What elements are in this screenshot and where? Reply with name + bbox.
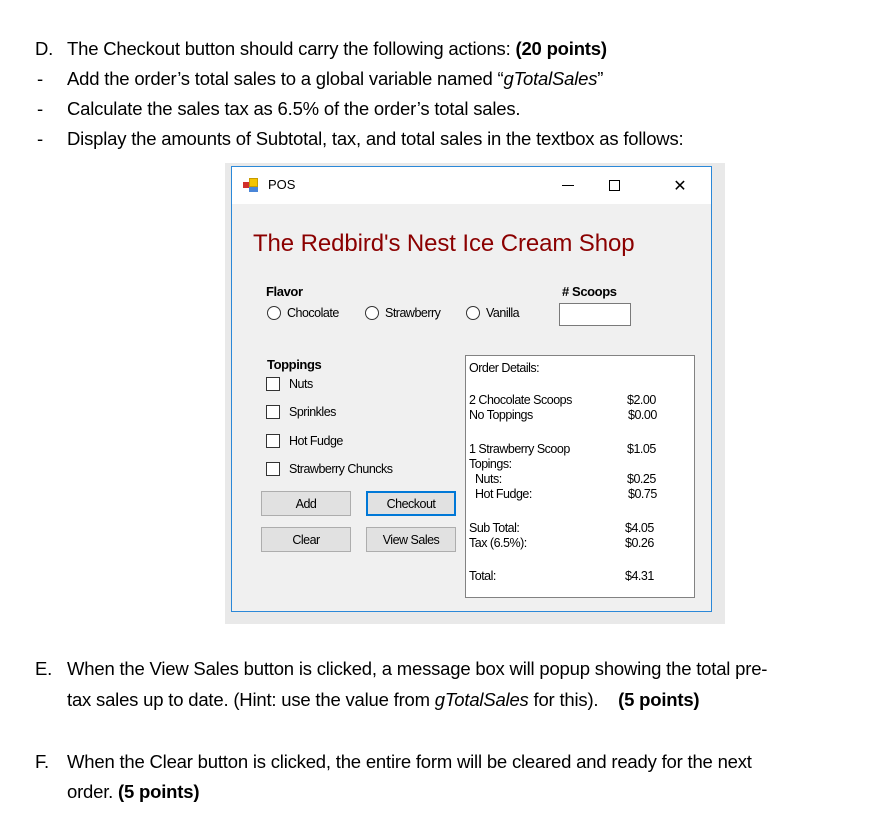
tax-label: Tax (6.5%): (469, 536, 527, 550)
add-button[interactable]: Add (261, 491, 351, 516)
section-e-text: tax sales up to date. (Hint: use the val… (67, 689, 435, 710)
section-d-text: The Checkout button should carry the fol… (67, 38, 516, 59)
section-e-text-end: for this). (528, 689, 619, 710)
section-f-marker: F. (35, 751, 49, 772)
checkbox-nuts[interactable]: Nuts (266, 377, 313, 391)
bullet-marker: - (37, 128, 43, 149)
checkbox-hot-fudge[interactable]: Hot Fudge (266, 434, 343, 448)
radio-circle[interactable] (365, 306, 379, 320)
radio-circle[interactable] (267, 306, 281, 320)
flavor-label: Flavor (266, 284, 303, 299)
section-d-heading: D. The Checkout button should carry the … (35, 38, 835, 62)
radio-chocolate[interactable]: Chocolate (267, 306, 339, 320)
section-f-text: When the Clear button is clicked, the en… (67, 751, 752, 772)
section-f-line-1: F. When the Clear button is clicked, the… (35, 751, 885, 775)
maximize-button[interactable] (591, 167, 637, 203)
order-line-value: $0.00 (628, 408, 657, 422)
window-title: POS (268, 177, 296, 192)
radio-label: Chocolate (287, 306, 339, 320)
shop-title: The Redbird's Nest Ice Cream Shop (253, 230, 635, 257)
app-icon (243, 178, 259, 192)
checkout-button-label: Checkout (386, 496, 436, 511)
tax-value: $0.26 (625, 536, 654, 550)
subtotal-label: Sub Total: (469, 521, 520, 535)
bullet-marker: - (37, 68, 43, 89)
checkbox-box[interactable] (266, 462, 280, 476)
bullet-text-end: ” (597, 68, 604, 89)
checkbox-label: Sprinkles (289, 405, 336, 419)
minimize-icon (562, 184, 574, 186)
close-button[interactable]: ✕ (657, 167, 703, 203)
bullet-marker: - (37, 98, 43, 119)
section-f-line-2: order. (5 points) (67, 781, 867, 805)
checkbox-box[interactable] (266, 377, 280, 391)
radio-vanilla[interactable]: Vanilla (466, 306, 520, 320)
minimize-button[interactable] (545, 167, 591, 203)
gTotalSales-name: gTotalSales (503, 68, 598, 89)
radio-circle[interactable] (466, 306, 480, 320)
close-icon: ✕ (673, 175, 687, 195)
scoops-input[interactable] (559, 303, 631, 326)
total-value: $4.31 (625, 569, 654, 583)
view-sales-button-label: View Sales (382, 532, 440, 547)
bullet-global-variable: - Add the order’s total sales to a globa… (35, 68, 835, 92)
maximize-icon (608, 179, 620, 191)
view-sales-button[interactable]: View Sales (366, 527, 456, 552)
clear-button[interactable]: Clear (261, 527, 351, 552)
bullet-text: Display the amounts of Subtotal, tax, an… (67, 128, 684, 149)
gTotalSales-name: gTotalSales (434, 689, 529, 710)
order-line-label: 2 Chocolate Scoops (469, 393, 572, 407)
pos-window: POS ✕ The Redbird's Nest Ice Cream Shop … (231, 166, 712, 612)
checkbox-box[interactable] (266, 434, 280, 448)
section-e-line-2: tax sales up to date. (Hint: use the val… (67, 689, 867, 713)
subtotal-value: $4.05 (625, 521, 654, 535)
section-e-text: When the View Sales button is clicked, a… (67, 658, 768, 679)
toppings-label: Toppings (267, 357, 322, 372)
bullet-text: Add the order’s total sales to a global … (67, 68, 504, 89)
section-e-line-1: E. When the View Sales button is clicked… (35, 658, 885, 682)
order-line-value: $1.05 (627, 442, 656, 456)
order-line-value: $0.75 (628, 487, 657, 501)
order-line-label: 1 Strawberry Scoop (469, 442, 570, 456)
section-e-points: (5 points) (618, 689, 700, 710)
scoops-label: # Scoops (562, 284, 617, 299)
checkbox-sprinkles[interactable]: Sprinkles (266, 405, 336, 419)
radio-strawberry[interactable]: Strawberry (365, 306, 441, 320)
section-f-text: order. (67, 781, 119, 802)
section-d-points: (20 points) (515, 38, 607, 59)
order-details-textbox[interactable]: Order Details: 2 Chocolate Scoops $2.00 … (465, 355, 695, 598)
bullet-text: Calculate the sales tax as 6.5% of the o… (67, 98, 521, 119)
checkbox-strawberry-chunks[interactable]: Strawberry Chuncks (266, 462, 393, 476)
section-d-marker: D. (35, 38, 54, 59)
radio-label: Vanilla (486, 306, 520, 320)
checkbox-label: Hot Fudge (289, 434, 343, 448)
checkout-button[interactable]: Checkout (366, 491, 456, 516)
section-f-points: (5 points) (118, 781, 200, 802)
total-label: Total: (469, 569, 496, 583)
order-line-label: No Toppings (469, 408, 533, 422)
title-bar[interactable]: POS ✕ (232, 167, 711, 204)
checkbox-box[interactable] (266, 405, 280, 419)
order-line-value: $2.00 (627, 393, 656, 407)
order-details-header: Order Details: (469, 361, 540, 375)
bullet-display-amounts: - Display the amounts of Subtotal, tax, … (35, 128, 835, 152)
order-line-label: Topings: (469, 457, 512, 471)
bullet-sales-tax: - Calculate the sales tax as 6.5% of the… (35, 98, 835, 122)
radio-label: Strawberry (385, 306, 441, 320)
checkbox-label: Strawberry Chuncks (289, 462, 393, 476)
clear-button-label: Clear (292, 532, 320, 547)
order-line-label: Hot Fudge: (475, 487, 532, 501)
checkbox-label: Nuts (289, 377, 313, 391)
order-line-label: Nuts: (475, 472, 502, 486)
section-e-marker: E. (35, 658, 53, 679)
add-button-label: Add (295, 496, 317, 511)
order-line-value: $0.25 (627, 472, 656, 486)
